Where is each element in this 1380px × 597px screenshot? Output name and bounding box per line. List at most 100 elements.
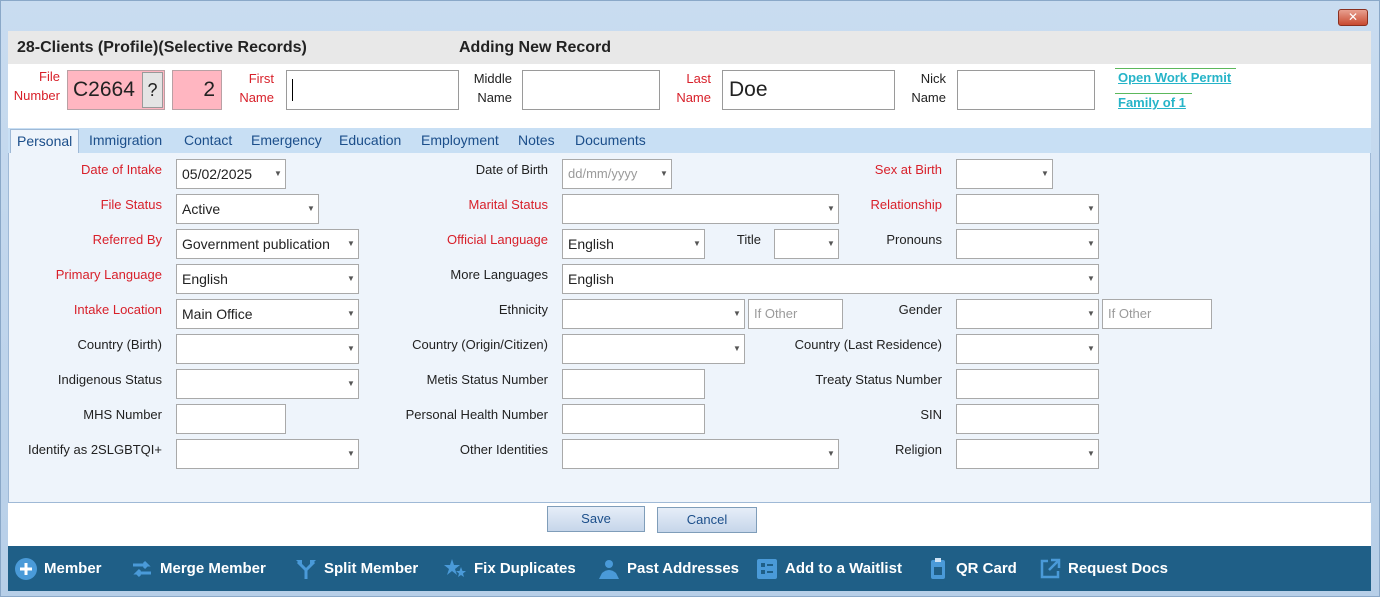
tab-immigration[interactable]: Immigration <box>89 132 162 148</box>
mhs-number-label: MHS Number <box>83 407 162 422</box>
waitlist-icon <box>757 558 777 579</box>
badge-icon <box>931 557 945 579</box>
chevron-down-icon: ▼ <box>1087 239 1095 248</box>
file-lookup-button[interactable]: ? <box>142 72 163 108</box>
other-identities-select[interactable]: ▼ <box>562 439 839 469</box>
tab-strip: Personal Immigration Contact Emergency E… <box>8 128 1371 154</box>
gender-other-input[interactable]: If Other <box>1102 299 1212 329</box>
chevron-down-icon: ▼ <box>1087 344 1095 353</box>
sex-at-birth-select[interactable]: ▼ <box>956 159 1053 189</box>
title-select[interactable]: ▼ <box>774 229 839 259</box>
external-link-icon <box>1040 558 1061 578</box>
country-birth-label: Country (Birth) <box>77 337 162 352</box>
ethnicity-label: Ethnicity <box>498 302 548 317</box>
tab-employment[interactable]: Employment <box>421 132 499 148</box>
tab-personal[interactable]: Personal <box>10 129 80 154</box>
chevron-down-icon: ▼ <box>1087 449 1095 458</box>
more-languages-label: More Languages <box>450 267 548 282</box>
first-name-input[interactable] <box>286 70 459 110</box>
chevron-down-icon: ▼ <box>660 169 668 178</box>
date-of-birth-picker[interactable]: dd/mm/yyyy ▼ <box>562 159 672 189</box>
window-content: 28-Clients (Profile)(Selective Records) … <box>8 31 1371 591</box>
family-link[interactable]: Family of 1 <box>1118 95 1186 110</box>
tab-education[interactable]: Education <box>339 132 401 148</box>
identify-2slgbtqi-select[interactable]: ▼ <box>176 439 359 469</box>
treaty-status-number-input[interactable] <box>956 369 1099 399</box>
save-button[interactable]: Save <box>547 506 645 532</box>
metis-status-number-label: Metis Status Number <box>426 372 548 387</box>
identify-2slgbtqi-label: Identify as 2SLGBTQI+ <box>27 442 162 457</box>
country-birth-select[interactable]: ▼ <box>176 334 359 364</box>
sin-label: SIN <box>920 407 942 422</box>
nick-name-input[interactable] <box>957 70 1095 110</box>
intake-location-select[interactable]: Main Office ▼ <box>176 299 359 329</box>
file-status-select[interactable]: Active ▼ <box>176 194 319 224</box>
referred-by-select[interactable]: Government publication ▼ <box>176 229 359 259</box>
bottom-toolbar: Member Merge Member Split Member Fix Dup… <box>8 546 1371 591</box>
metis-status-number-input[interactable] <box>562 369 705 399</box>
gender-select[interactable]: ▼ <box>956 299 1099 329</box>
add-to-waitlist-button[interactable]: Add to a Waitlist <box>755 546 902 591</box>
split-arrows-icon <box>296 559 316 579</box>
pronouns-select[interactable]: ▼ <box>956 229 1099 259</box>
tab-contact[interactable]: Contact <box>184 132 232 148</box>
last-name-label: Last Name <box>676 71 711 105</box>
chevron-down-icon: ▼ <box>347 449 355 458</box>
last-name-input[interactable]: Doe <box>722 70 895 110</box>
date-of-intake-label: Date of Intake <box>81 162 162 177</box>
middle-name-input[interactable] <box>522 70 660 110</box>
sin-input[interactable] <box>956 404 1099 434</box>
date-of-intake-picker[interactable]: 05/02/2025 ▼ <box>176 159 286 189</box>
date-of-birth-label: Date of Birth <box>475 162 548 177</box>
open-work-permit-link[interactable]: Open Work Permit <box>1118 70 1231 85</box>
personal-health-number-input[interactable] <box>562 404 705 434</box>
title-label: Title <box>736 232 761 247</box>
chevron-down-icon: ▼ <box>1087 204 1095 213</box>
country-last-residence-select[interactable]: ▼ <box>956 334 1099 364</box>
chevron-down-icon: ▼ <box>733 309 741 318</box>
client-profile-window: ✕ 28-Clients (Profile)(Selective Records… <box>0 0 1380 597</box>
chevron-down-icon: ▼ <box>347 309 355 318</box>
country-origin-select[interactable]: ▼ <box>562 334 745 364</box>
chevron-down-icon: ▼ <box>347 274 355 283</box>
religion-label: Religion <box>895 442 942 457</box>
tab-notes[interactable]: Notes <box>518 132 555 148</box>
cancel-button[interactable]: Cancel <box>657 507 757 533</box>
tab-documents[interactable]: Documents <box>575 132 646 148</box>
merge-arrows-icon <box>133 560 151 577</box>
first-name-label: First Name <box>239 71 274 105</box>
member-button[interactable]: Member <box>14 546 102 591</box>
ethnicity-select[interactable]: ▼ <box>562 299 745 329</box>
chevron-down-icon: ▼ <box>347 379 355 388</box>
past-addresses-button[interactable]: Past Addresses <box>597 546 739 591</box>
primary-language-select[interactable]: English ▼ <box>176 264 359 294</box>
country-origin-label: Country (Origin/Citizen) <box>412 337 548 352</box>
close-button[interactable]: ✕ <box>1338 9 1368 26</box>
split-member-button[interactable]: Split Member <box>294 546 418 591</box>
request-docs-button[interactable]: Request Docs <box>1038 546 1168 591</box>
chevron-down-icon: ▼ <box>274 169 282 178</box>
marital-status-label: Marital Status <box>468 197 548 212</box>
more-languages-select[interactable]: English ▼ <box>562 264 1099 294</box>
relationship-select[interactable]: ▼ <box>956 194 1099 224</box>
chevron-down-icon: ▼ <box>1087 274 1095 283</box>
mhs-number-input[interactable] <box>176 404 286 434</box>
merge-member-button[interactable]: Merge Member <box>130 546 266 591</box>
official-language-select[interactable]: English ▼ <box>562 229 705 259</box>
chevron-down-icon: ▼ <box>827 449 835 458</box>
personal-panel: Date of Intake 05/02/2025 ▼ Date of Birth… <box>8 153 1371 503</box>
indigenous-status-select[interactable]: ▼ <box>176 369 359 399</box>
indigenous-status-label: Indigenous Status <box>57 372 162 387</box>
record-mode: Adding New Record <box>459 39 612 56</box>
tab-emergency[interactable]: Emergency <box>251 132 322 148</box>
ethnicity-other-input[interactable]: If Other <box>748 299 843 329</box>
gender-label: Gender <box>898 302 942 317</box>
chevron-down-icon: ▼ <box>347 239 355 248</box>
religion-select[interactable]: ▼ <box>956 439 1099 469</box>
middle-name-label: Middle Name <box>473 71 512 105</box>
marital-status-select[interactable]: ▼ <box>562 194 839 224</box>
sequence-field[interactable]: 2 <box>172 70 222 110</box>
qr-card-button[interactable]: QR Card <box>926 546 1017 591</box>
fix-duplicates-button[interactable]: Fix Duplicates <box>444 546 576 591</box>
sex-at-birth-label: Sex at Birth <box>874 162 942 177</box>
